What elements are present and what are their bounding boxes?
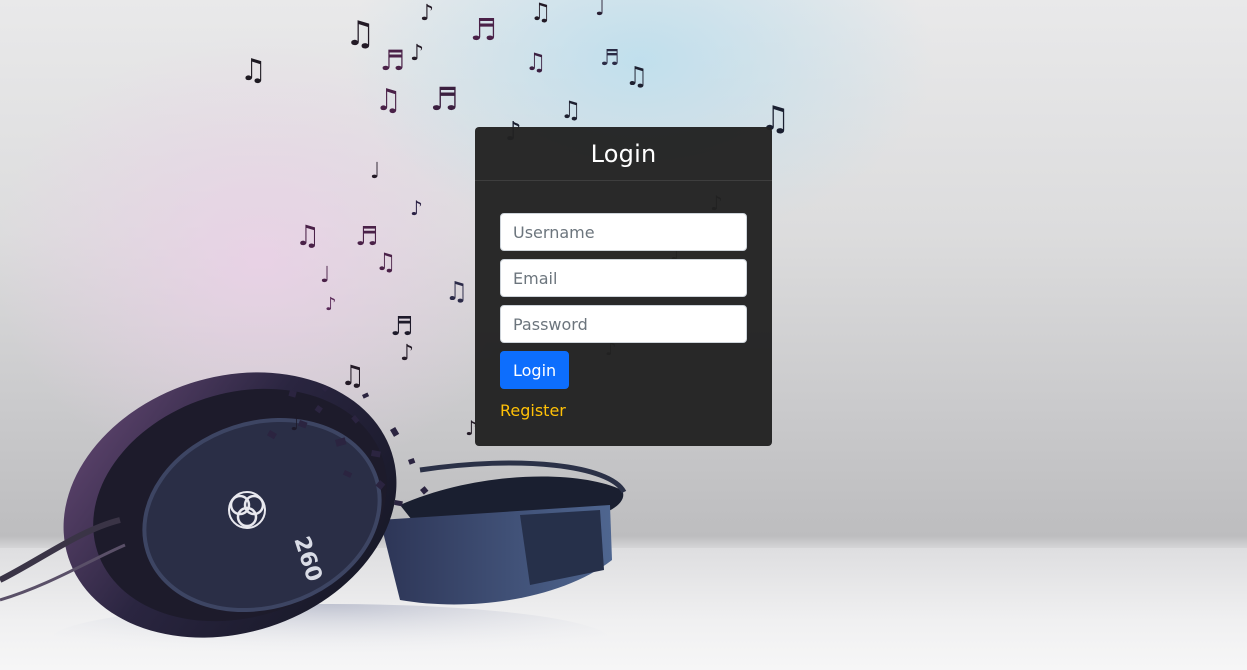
svg-text:♫: ♫ — [240, 53, 267, 88]
svg-text:♪: ♪ — [410, 41, 424, 66]
svg-text:♩: ♩ — [290, 411, 299, 435]
login-panel: Login Login Register — [475, 127, 772, 446]
svg-text:♫: ♫ — [295, 219, 320, 252]
login-form: Login Register — [475, 181, 772, 420]
svg-text:♪: ♪ — [400, 341, 414, 366]
svg-text:♩: ♩ — [320, 263, 330, 288]
svg-text:♫: ♫ — [375, 248, 397, 276]
band-slider-inner — [520, 510, 604, 585]
svg-text:♪: ♪ — [420, 1, 434, 26]
svg-text:♫: ♫ — [375, 83, 402, 118]
svg-text:♬: ♬ — [430, 80, 459, 118]
svg-text:♩: ♩ — [370, 159, 380, 184]
svg-text:♫: ♫ — [525, 48, 547, 76]
svg-text:♬: ♬ — [600, 46, 620, 71]
email-input[interactable] — [500, 259, 747, 297]
svg-text:♫: ♫ — [530, 0, 552, 26]
register-link[interactable]: Register — [500, 401, 566, 420]
svg-text:♫: ♫ — [445, 277, 468, 307]
page-background: 260 ♫ ♪ ♬ ♫ ♩ ♫ ♬ ♪ ♫ ♬ ♫ ♫ ♬ ♫ ♫ ♩ ♫ ♬ … — [0, 0, 1247, 670]
svg-text:♩: ♩ — [595, 0, 605, 21]
username-input[interactable] — [500, 213, 747, 251]
svg-text:♫: ♫ — [625, 62, 648, 92]
svg-text:♫: ♫ — [345, 14, 375, 54]
svg-text:♬: ♬ — [470, 13, 497, 48]
svg-text:♪: ♪ — [410, 196, 423, 220]
login-title: Login — [475, 127, 772, 181]
login-button[interactable]: Login — [500, 351, 570, 389]
svg-text:♫: ♫ — [560, 96, 582, 124]
svg-text:♬: ♬ — [390, 312, 413, 342]
svg-text:♫: ♫ — [340, 359, 365, 392]
svg-text:♬: ♬ — [380, 44, 405, 77]
svg-text:♪: ♪ — [325, 294, 337, 315]
password-input[interactable] — [500, 305, 747, 343]
